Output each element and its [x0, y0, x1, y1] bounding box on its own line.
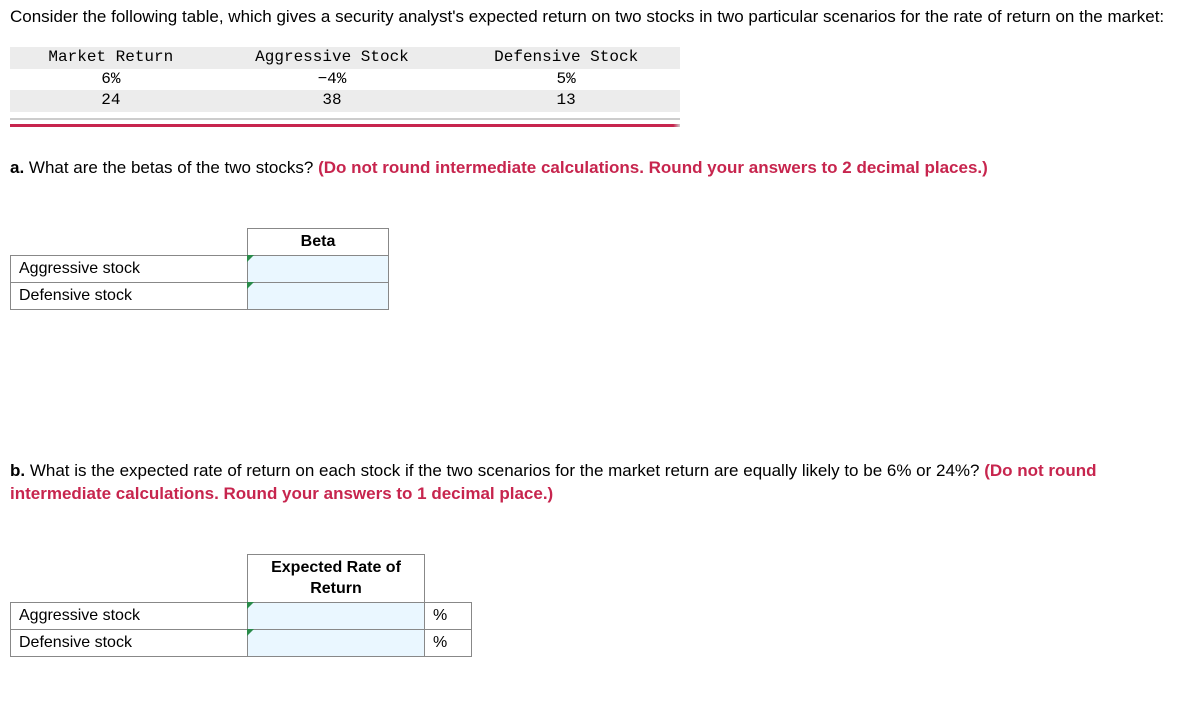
- beta-aggressive-cell[interactable]: [248, 255, 389, 282]
- input-marker-icon: [247, 255, 254, 262]
- table-row: Defensive stock %: [11, 629, 472, 656]
- col-market: Market Return: [10, 47, 212, 69]
- table-row: Aggressive stock: [11, 255, 389, 282]
- part-a-hint: (Do not round intermediate calculations.…: [318, 158, 988, 177]
- intro-text: Consider the following table, which give…: [10, 6, 1190, 29]
- table-row: Defensive stock: [11, 282, 389, 309]
- return-defensive-input[interactable]: [248, 630, 424, 656]
- row-label-defensive: Defensive stock: [11, 629, 248, 656]
- table-row: Aggressive stock %: [11, 602, 472, 629]
- scenario-table: Market Return Aggressive Stock Defensive…: [10, 47, 680, 112]
- cell-market: 6%: [10, 69, 212, 91]
- table-row: 6% −4% 5%: [10, 69, 680, 91]
- unit-percent: %: [425, 602, 472, 629]
- row-label-defensive: Defensive stock: [11, 282, 248, 309]
- part-b-label: b.: [10, 461, 25, 480]
- spacer-cell: [11, 228, 248, 255]
- return-aggressive-input[interactable]: [248, 603, 424, 629]
- return-header: Expected Rate of Return: [248, 554, 425, 602]
- unit-percent: %: [425, 629, 472, 656]
- beta-header: Beta: [248, 228, 389, 255]
- part-b-question: What is the expected rate of return on e…: [25, 461, 984, 480]
- cell-aggressive: 38: [212, 90, 453, 112]
- question-b: b. What is the expected rate of return o…: [10, 460, 1190, 506]
- table-rule: [10, 118, 680, 120]
- col-defensive: Defensive Stock: [452, 47, 680, 69]
- col-aggressive: Aggressive Stock: [212, 47, 453, 69]
- beta-defensive-input[interactable]: [248, 283, 388, 309]
- row-label-aggressive: Aggressive stock: [11, 255, 248, 282]
- part-a-question: What are the betas of the two stocks?: [24, 158, 318, 177]
- input-marker-icon: [247, 282, 254, 289]
- cell-market: 24: [10, 90, 212, 112]
- cell-defensive: 5%: [452, 69, 680, 91]
- return-aggressive-cell[interactable]: [248, 602, 425, 629]
- part-a-label: a.: [10, 158, 24, 177]
- cell-aggressive: −4%: [212, 69, 453, 91]
- spacer-cell: [425, 554, 472, 602]
- beta-table: Beta Aggressive stock Defensive stock: [10, 228, 389, 310]
- row-label-aggressive: Aggressive stock: [11, 602, 248, 629]
- beta-defensive-cell[interactable]: [248, 282, 389, 309]
- table-row: 24 38 13: [10, 90, 680, 112]
- question-a: a. What are the betas of the two stocks?…: [10, 157, 1190, 180]
- return-table: Expected Rate of Return Aggressive stock…: [10, 554, 472, 657]
- table-accent-rule: [10, 124, 680, 127]
- beta-aggressive-input[interactable]: [248, 256, 388, 282]
- return-defensive-cell[interactable]: [248, 629, 425, 656]
- input-marker-icon: [247, 629, 254, 636]
- cell-defensive: 13: [452, 90, 680, 112]
- spacer-cell: [11, 554, 248, 602]
- input-marker-icon: [247, 602, 254, 609]
